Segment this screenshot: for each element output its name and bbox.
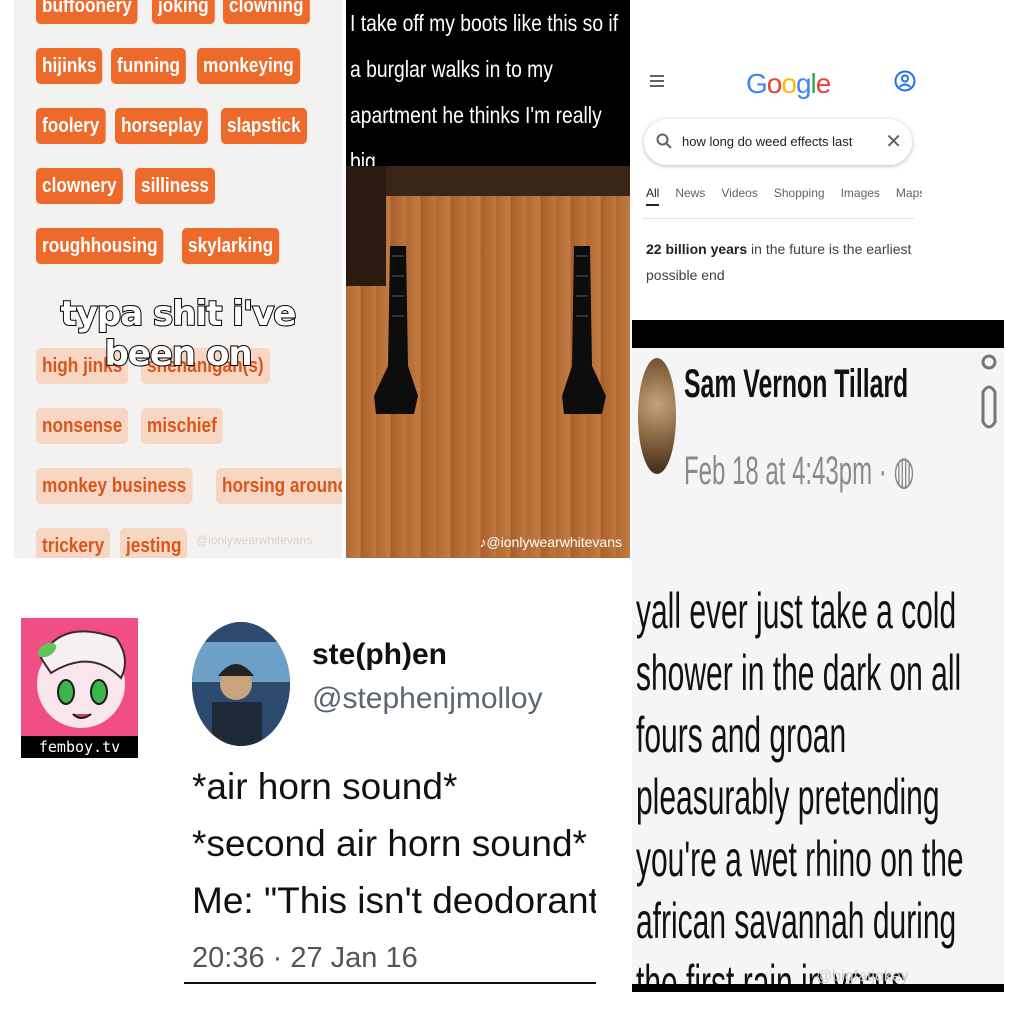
word-tag: buffoonery xyxy=(36,0,138,24)
username-handle: @stephenjmolloy xyxy=(312,682,543,715)
left-boot-image xyxy=(374,246,418,414)
globe-icon: ◍ xyxy=(893,449,915,493)
word-tag: skylarking xyxy=(182,228,280,264)
tab-images[interactable]: Images xyxy=(841,186,880,206)
word-tag: hijinks xyxy=(36,48,103,84)
word-tag: clowning xyxy=(223,0,310,24)
tabs-divider xyxy=(642,218,914,219)
google-logo: Google xyxy=(746,68,831,99)
avatar xyxy=(192,622,290,746)
account-icon[interactable] xyxy=(894,70,916,92)
word-tag: slapstick xyxy=(221,108,307,144)
menu-icon[interactable] xyxy=(650,74,666,88)
word-tag: foolery xyxy=(36,108,106,144)
tag-row: clownery silliness xyxy=(36,168,216,204)
word-tag: jesting xyxy=(120,528,188,558)
tab-videos[interactable]: Videos xyxy=(721,186,757,206)
search-icon xyxy=(656,133,672,149)
word-tag: nonsense xyxy=(36,408,129,444)
clear-icon[interactable]: ✕ xyxy=(885,129,902,154)
poster-name: Sam Vernon Tillard xyxy=(684,362,909,406)
word-tag: funning xyxy=(111,48,187,84)
watermark: @bigfatjokey xyxy=(816,968,909,985)
right-boot-image xyxy=(562,246,606,414)
display-name: ste(ph)en xyxy=(312,638,447,671)
tag-row: nonsense mischief xyxy=(36,408,225,444)
word-tag: trickery xyxy=(36,528,111,558)
google-search-panel: Google how long do weed effects last ✕ A… xyxy=(632,56,922,300)
meme-caption: typa shit i've been on xyxy=(59,293,297,375)
wall-base xyxy=(346,166,630,196)
word-tag: silliness xyxy=(134,168,215,204)
word-tag: monkey business xyxy=(36,468,193,504)
search-query[interactable]: how long do weed effects last xyxy=(682,134,852,149)
tweet-timestamp: 20:36 · 27 Jan 16 xyxy=(192,942,418,974)
word-tag: monkeying xyxy=(196,48,300,84)
tag-row: monkey business horsing around xyxy=(36,468,342,504)
tag-row: roughhousing skylarking xyxy=(36,228,283,264)
watermark: @ionlywearwhitevans xyxy=(196,533,313,547)
avatar xyxy=(638,358,676,474)
word-tag: horseplay xyxy=(114,108,208,144)
tweet-panel: ste(ph)en @stephenjmolloy *air horn soun… xyxy=(184,620,596,984)
word-tag: roughhousing xyxy=(36,228,164,264)
anime-character-image xyxy=(21,618,138,736)
post-text: yall ever just take a cold shower in the… xyxy=(636,583,964,992)
meme-text: I take off my boots like this so if a bu… xyxy=(350,10,619,174)
search-tabs: All News Videos Shopping Images Maps xyxy=(646,186,922,206)
tweet-text: *air horn sound* *second air horn sound*… xyxy=(192,758,596,929)
tab-shopping[interactable]: Shopping xyxy=(774,186,825,206)
tweet-line: *air horn sound* xyxy=(192,766,458,807)
tweet-line: *second air horn sound* xyxy=(192,823,587,864)
tweet-line: Me: "This isn't deodorant." xyxy=(192,880,596,921)
search-answer: 22 billion years in the future is the ea… xyxy=(646,236,916,288)
facebook-post-panel: Sam Vernon Tillard Feb 18 at 4:43pm · ◍ … xyxy=(632,320,1004,992)
logo-label: femboy.tv xyxy=(21,736,138,758)
synonyms-meme-panel: buffoonery joking clowning hijinks funning mo… xyxy=(14,0,342,558)
answer-highlight: 22 billion years xyxy=(646,241,748,257)
word-tag: horsing around xyxy=(215,468,342,504)
tab-news[interactable]: News xyxy=(675,186,705,206)
tab-maps[interactable]: Maps xyxy=(896,186,922,206)
more-options-icon[interactable] xyxy=(980,352,998,442)
tag-row: trickery jesting xyxy=(36,528,188,558)
post-date: Feb 18 at 4:43pm · ◍ xyxy=(684,449,915,493)
search-box[interactable]: how long do weed effects last ✕ xyxy=(644,119,912,165)
femboy-tv-logo: femboy.tv xyxy=(21,618,138,758)
tag-row: buffoonery joking clowning xyxy=(36,0,312,24)
word-tag: clownery xyxy=(36,168,123,204)
boots-meme-panel: I take off my boots like this so if a bu… xyxy=(346,0,630,558)
tag-row: foolery horseplay slapstick xyxy=(36,108,309,144)
word-tag: joking xyxy=(152,0,216,24)
watermark: ♪@ionlywearwhitevans xyxy=(479,534,622,550)
tag-row: hijinks funning monkeying xyxy=(36,48,304,84)
word-tag: mischief xyxy=(141,408,224,444)
tab-all[interactable]: All xyxy=(646,186,660,206)
